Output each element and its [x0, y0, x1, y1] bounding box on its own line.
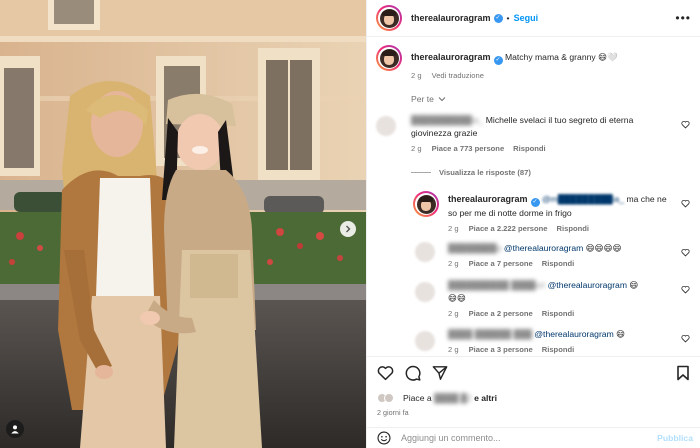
reply-username[interactable]: ██████████ ████ori	[448, 280, 545, 290]
heart-icon[interactable]	[681, 248, 690, 257]
author-avatar[interactable]	[376, 5, 402, 31]
post-date: 2 giorni fa	[377, 408, 409, 417]
liker-avatars	[377, 393, 397, 403]
reply-username[interactable]: ████████a	[448, 243, 502, 253]
reply-time: 2 g	[448, 345, 459, 354]
comment-input[interactable]: Aggiungi un commento...	[401, 433, 501, 443]
reply-username[interactable]: therealauroragram	[448, 194, 528, 204]
reply-mention[interactable]: @therealauroragram	[534, 329, 613, 339]
heart-icon[interactable]	[681, 199, 690, 208]
verified-badge-icon: ✓	[493, 13, 503, 23]
reply-avatar[interactable]	[415, 331, 435, 351]
comment-sort-dropdown[interactable]: Per te	[411, 94, 446, 104]
post-actions	[377, 365, 448, 381]
reply-reply-button[interactable]: Rispondi	[557, 224, 589, 233]
heart-icon[interactable]	[377, 365, 394, 381]
reply-text-line2: 😄😄	[448, 293, 466, 303]
reply-text: 😄	[629, 280, 639, 290]
comment-avatar[interactable]	[376, 116, 396, 136]
caption-username[interactable]: therealauroragram	[411, 52, 491, 62]
chevron-down-icon	[438, 97, 446, 102]
reply-time: 2 g	[448, 224, 459, 233]
send-icon[interactable]	[432, 365, 448, 381]
comment-time: 2 g	[411, 144, 422, 153]
author-username[interactable]: therealauroragram	[411, 13, 491, 23]
photo-image	[0, 0, 366, 448]
reply: therealauroragram ✓ @m█████████ia_ ma che…	[448, 193, 673, 233]
reply-username[interactable]: ████ ██████ ███	[448, 329, 532, 339]
caption-text: Matchy mama & granny 😄🤍	[504, 52, 618, 62]
reply-mention[interactable]: @therealauroragram	[504, 243, 583, 253]
reply-reply-button[interactable]: Rispondi	[542, 259, 574, 268]
reply-likes[interactable]: Piace a 2 persone	[469, 309, 533, 318]
reply: ████████a @therealauroragram 😄😄😄😄 2 g Pia…	[448, 242, 673, 268]
reply-text: 😄	[616, 329, 626, 339]
comment: ██████████ia_ Michelle svelaci il tuo se…	[411, 114, 671, 153]
comment-username[interactable]: ██████████ia_	[411, 115, 483, 125]
reply-time: 2 g	[448, 259, 459, 268]
reply-avatar[interactable]	[415, 242, 435, 262]
likes-prefix: Piace a	[403, 393, 432, 403]
reply-likes[interactable]: Piace a 2.222 persone	[469, 224, 548, 233]
sort-label: Per te	[411, 94, 434, 104]
comment-icon[interactable]	[405, 365, 421, 381]
emoji-icon[interactable]	[377, 431, 391, 445]
post-header: therealauroragram ✓ • Segui •••	[367, 0, 700, 37]
reply-text: 😄😄😄😄	[585, 243, 622, 253]
reply-reply-button[interactable]: Rispondi	[542, 309, 574, 318]
caption-time: 2 g	[411, 71, 422, 80]
verified-badge-icon: ✓	[530, 198, 540, 207]
likes-summary[interactable]: Piace a ████ █2 e altri	[377, 393, 497, 403]
separator-dot: •	[506, 13, 510, 23]
caption-avatar[interactable]	[376, 45, 402, 71]
chevron-right-icon	[346, 225, 351, 233]
verified-badge-icon: ✓	[493, 56, 503, 65]
likes-user[interactable]: ████ █2	[434, 393, 472, 403]
follow-button[interactable]: Segui	[514, 13, 539, 23]
reply-reply-button[interactable]: Rispondi	[542, 345, 574, 354]
carousel-next-button[interactable]	[340, 221, 356, 237]
user-tag-icon	[11, 425, 19, 434]
reply-avatar[interactable]	[415, 282, 435, 302]
reply-time: 2 g	[448, 309, 459, 318]
divider	[367, 356, 700, 357]
add-comment-bar: Aggiungi un commento... Pubblica	[367, 427, 700, 448]
publish-button[interactable]: Pubblica	[657, 433, 693, 443]
likes-others[interactable]: e altri	[474, 393, 497, 403]
bookmark-icon[interactable]	[676, 365, 690, 381]
heart-icon[interactable]	[681, 334, 690, 343]
reply-likes[interactable]: Piace a 7 persone	[469, 259, 533, 268]
post-photo[interactable]	[0, 0, 366, 448]
reply-avatar[interactable]	[413, 191, 439, 217]
heart-icon[interactable]	[681, 285, 690, 294]
see-translation-link[interactable]: Vedi traduzione	[432, 71, 484, 80]
caption: therealauroragram ✓ Matchy mama & granny …	[367, 45, 700, 80]
comment-reply-button[interactable]: Rispondi	[513, 144, 545, 153]
reply-mention[interactable]: @therealauroragram	[548, 280, 627, 290]
reply: ██████████ ████ori @therealauroragram 😄 …	[448, 279, 673, 318]
reply: ████ ██████ ███ @therealauroragram 😄 2 g…	[448, 328, 673, 354]
reply-likes[interactable]: Piace a 3 persone	[469, 345, 533, 354]
reply-mention[interactable]: @m█████████ia_	[542, 194, 624, 204]
view-replies-button[interactable]: Visualizza le risposte (87)	[411, 168, 540, 177]
post-side-panel: therealauroragram ✓ • Segui ••• thereala…	[366, 0, 700, 448]
more-icon[interactable]: •••	[675, 12, 691, 24]
heart-icon[interactable]	[681, 120, 690, 129]
user-tag-button[interactable]	[6, 420, 24, 438]
comment-likes[interactable]: Piace a 773 persone	[432, 144, 505, 153]
